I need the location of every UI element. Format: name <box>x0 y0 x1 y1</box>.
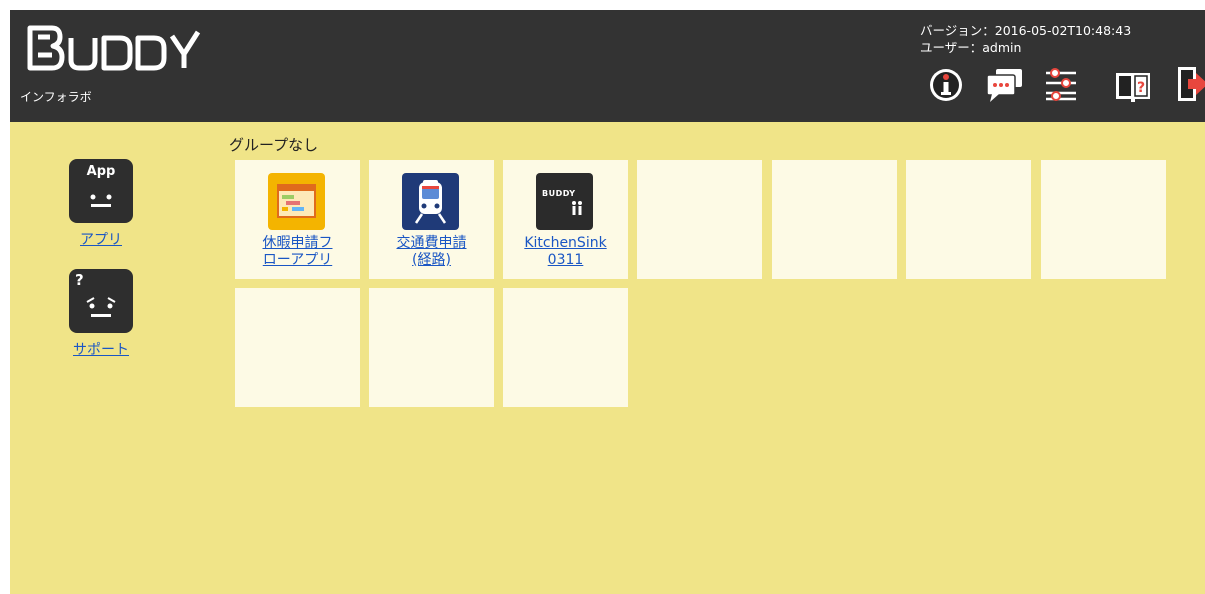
empty-tile <box>637 160 762 279</box>
app-tile-kitchensink[interactable]: BUDDY KitchenSink 0311 <box>503 160 628 279</box>
train-icon <box>402 173 459 230</box>
empty-tile <box>1041 160 1166 279</box>
logout-icon[interactable] <box>1174 65 1205 103</box>
app-tile-travel-expense[interactable]: 交通費申請 (経路) <box>369 160 494 279</box>
app-label-line[interactable]: KitchenSink <box>524 235 606 251</box>
calendar-flow-icon <box>268 173 325 230</box>
app-label-line[interactable]: 0311 <box>548 252 584 268</box>
app-label-line[interactable]: (経路) <box>412 252 451 268</box>
empty-tile <box>235 288 360 407</box>
help-book-icon[interactable]: ? <box>1114 65 1154 103</box>
sidebar-item-apps[interactable]: App アプリ <box>68 159 134 249</box>
app-label-line[interactable]: ローアプリ <box>263 252 332 268</box>
app-tile-vacation[interactable]: 休暇申請フ ローアプリ <box>235 160 360 279</box>
version-text: バージョン：2016-05-02T10:48:43 <box>920 23 1132 38</box>
buddy-app-icon: BUDDY <box>536 173 593 230</box>
settings-sliders-icon[interactable] <box>1042 65 1082 103</box>
app-tile-label[interactable]: KitchenSink 0311 <box>503 235 628 269</box>
user-text: ユーザー：admin <box>920 40 1022 55</box>
info-icon[interactable] <box>928 65 968 103</box>
version-info: バージョン：2016-05-02T10:48:43 ユーザー：admin <box>920 22 1131 56</box>
app-tile-label[interactable]: 交通費申請 (経路) <box>369 235 494 269</box>
app-label-line[interactable]: 休暇申請フ <box>263 235 333 251</box>
sidebar-item-label[interactable]: アプリ <box>68 229 134 249</box>
app-label-line[interactable]: 交通費申請 <box>397 235 467 251</box>
empty-tile <box>369 288 494 407</box>
support-face-icon: ? <box>69 269 133 333</box>
company-name: インフォラボ <box>20 90 92 104</box>
empty-tile <box>906 160 1031 279</box>
sidebar: App アプリ ? サポート <box>10 122 210 594</box>
app-face-icon: App <box>69 159 133 223</box>
group-title: グループなし <box>229 136 319 154</box>
sidebar-item-support[interactable]: ? サポート <box>68 269 134 359</box>
buddy-logo[interactable] <box>26 24 206 84</box>
empty-tile <box>772 160 897 279</box>
empty-tile <box>503 288 628 407</box>
app-frame: インフォラボ バージョン：2016-05-02T10:48:43 ユーザー：ad… <box>10 10 1205 594</box>
header-bar: インフォラボ バージョン：2016-05-02T10:48:43 ユーザー：ad… <box>10 10 1205 122</box>
app-tile-label[interactable]: 休暇申請フ ローアプリ <box>235 235 360 269</box>
chat-icon[interactable] <box>984 65 1024 103</box>
svg-text:?: ? <box>1137 80 1145 96</box>
sidebar-item-label[interactable]: サポート <box>68 339 134 359</box>
